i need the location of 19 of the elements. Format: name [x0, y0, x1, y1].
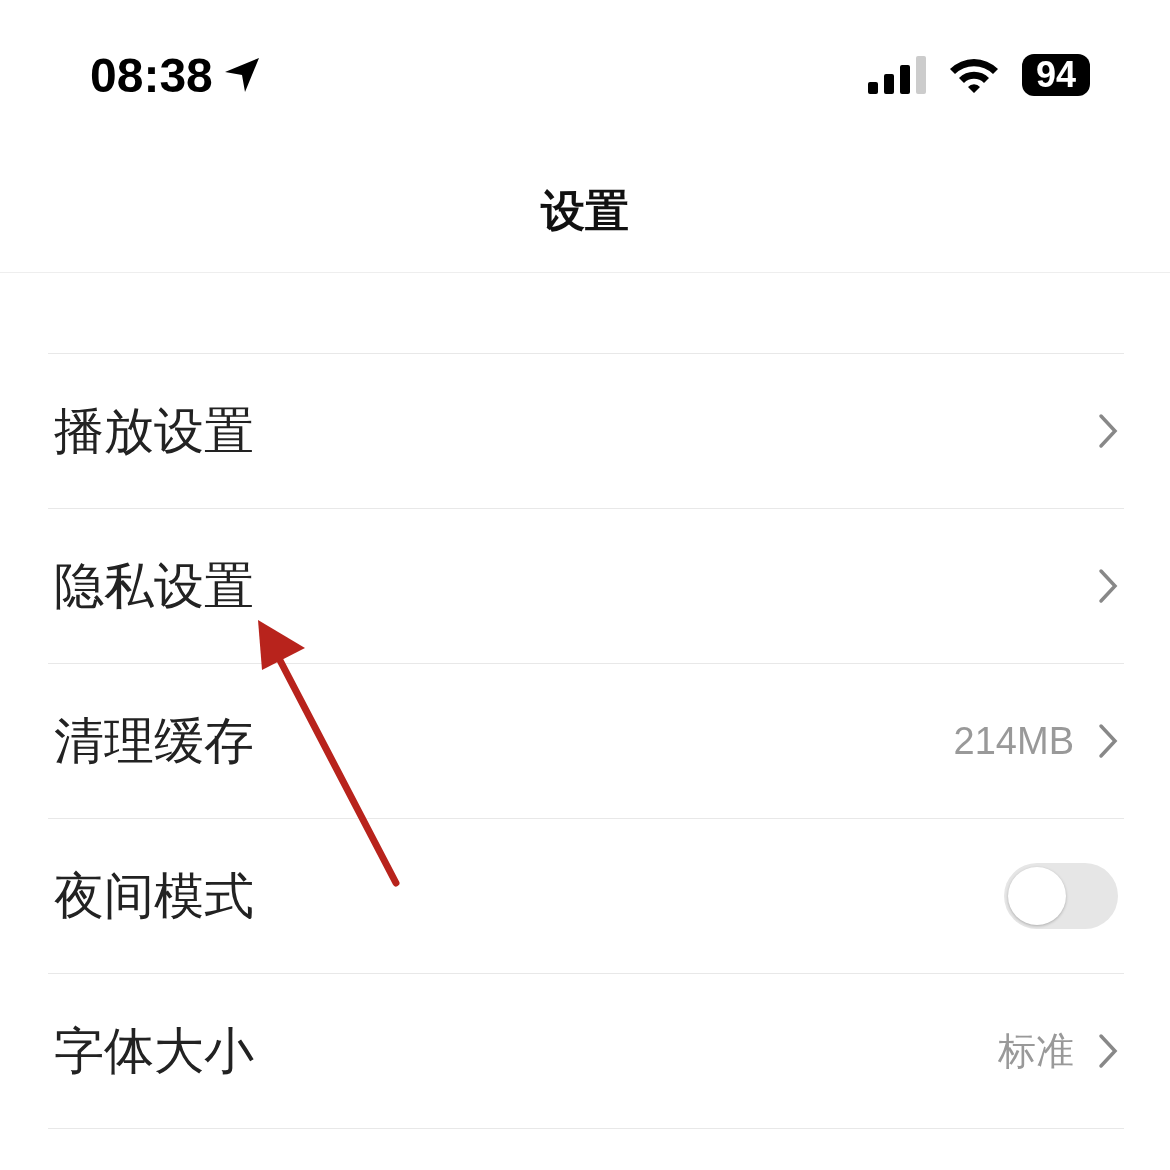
row-label: 播放设置: [54, 400, 254, 462]
chevron-icon: [1098, 568, 1118, 604]
battery-level: 94: [1021, 54, 1090, 96]
chevron-icon: [1098, 723, 1118, 759]
row-label: 清理缓存: [54, 710, 254, 772]
settings-row[interactable]: 播放设置: [48, 354, 1124, 509]
chevron-icon: [1098, 413, 1118, 449]
signal-icon: [867, 56, 926, 94]
row-label: 夜间模式: [54, 865, 254, 927]
row-value: 214MB: [953, 719, 1074, 763]
row-label: 隐私设置: [54, 555, 254, 617]
settings-row[interactable]: 清理缓存 214MB: [48, 664, 1124, 819]
row-value: 标准: [998, 1028, 1074, 1074]
settings-row[interactable]: 字体大小 标准: [48, 974, 1124, 1129]
chevron-icon: [1098, 1033, 1118, 1069]
status-time: 08:38: [90, 47, 213, 103]
settings-row[interactable]: 夜间模式: [48, 819, 1124, 974]
page-title: 设置: [541, 183, 629, 238]
row-label: 字体大小: [54, 1020, 254, 1082]
